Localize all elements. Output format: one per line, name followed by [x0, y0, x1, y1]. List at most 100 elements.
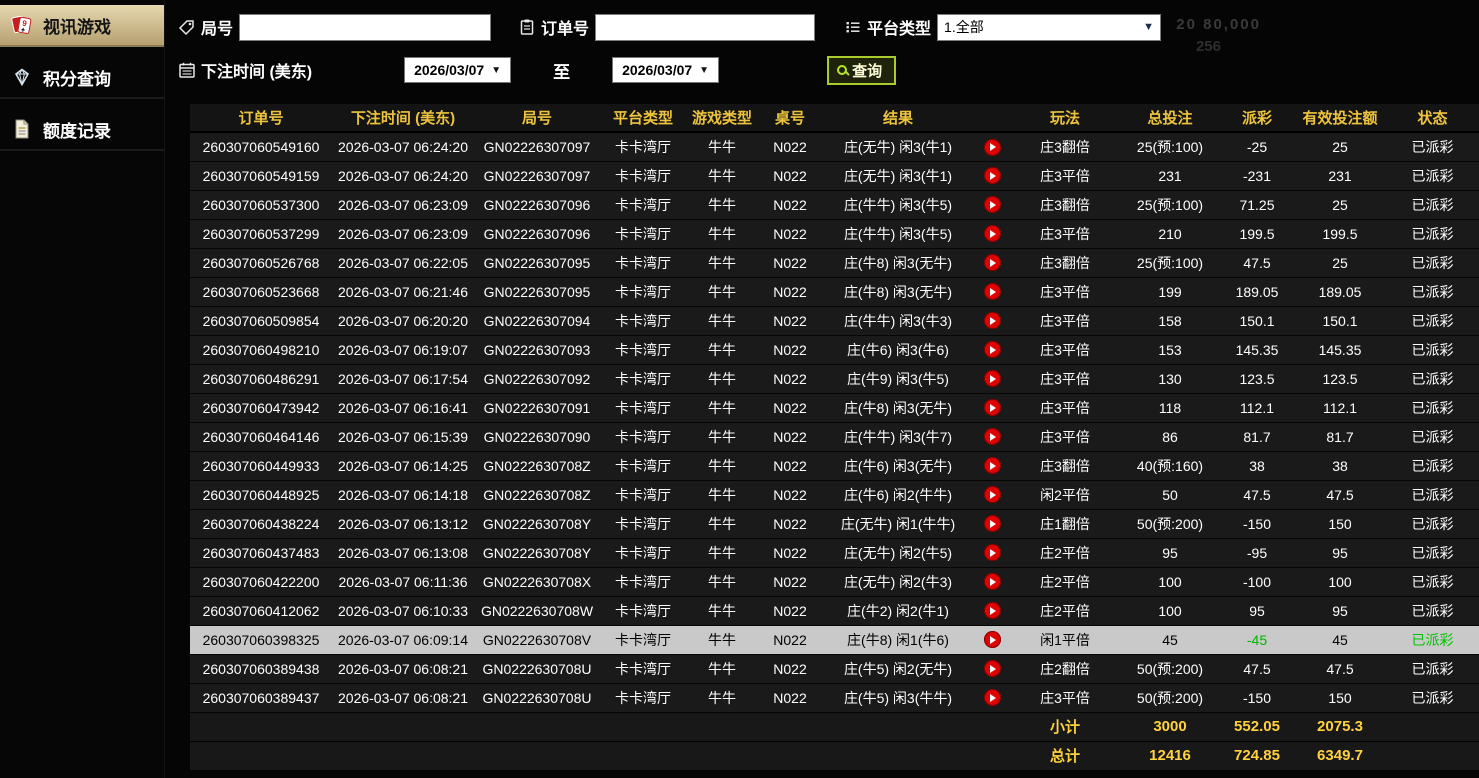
cell-order-number: 260307060389438: [190, 654, 332, 683]
play-triangle-icon: [990, 491, 996, 499]
replay-play-button[interactable]: [984, 486, 1001, 503]
cell-valid-bet: 25: [1294, 132, 1386, 161]
replay-play-button[interactable]: [984, 312, 1001, 329]
cell-order-number: 260307060523668: [190, 277, 332, 306]
date-to-picker[interactable]: 2026/03/07 ▼: [612, 57, 719, 83]
cell-platform-type: 卡卡湾厅: [600, 393, 686, 422]
replay-play-button[interactable]: [984, 341, 1001, 358]
cell-table-number: N022: [758, 393, 822, 422]
sidebar-item-video-games[interactable]: 9♠ 视讯游戏: [0, 5, 164, 47]
cell-platform-type: 卡卡湾厅: [600, 190, 686, 219]
table-row[interactable]: 260307060389438 2026-03-07 06:08:21 GN02…: [190, 654, 1479, 683]
cell-payout: -95: [1220, 538, 1294, 567]
cell-replay: [974, 393, 1010, 422]
platform-type-select[interactable]: 1.全部 ▼: [937, 14, 1161, 41]
table-row[interactable]: 260307060537299 2026-03-07 06:23:09 GN02…: [190, 219, 1479, 248]
cell-bet-time: 2026-03-07 06:11:36: [332, 567, 474, 596]
query-button-label: 查询: [852, 60, 882, 81]
col-header-round: 局号: [474, 104, 600, 132]
table-row[interactable]: 260307060412062 2026-03-07 06:10:33 GN02…: [190, 596, 1479, 625]
round-number-input[interactable]: [239, 14, 491, 41]
cell-game-type: 牛牛: [686, 567, 758, 596]
cell-replay: [974, 654, 1010, 683]
replay-play-button[interactable]: [984, 689, 1001, 706]
replay-play-button[interactable]: [984, 370, 1001, 387]
cell-round-number: GN02226307097: [474, 132, 600, 161]
query-button[interactable]: 查询: [827, 56, 896, 85]
cell-replay: [974, 538, 1010, 567]
table-row[interactable]: 260307060549159 2026-03-07 06:24:20 GN02…: [190, 161, 1479, 190]
replay-play-button[interactable]: [984, 515, 1001, 532]
replay-play-button[interactable]: [984, 660, 1001, 677]
sidebar-item-points-query[interactable]: 积分查询: [0, 57, 164, 99]
cell-bet-time: 2026-03-07 06:13:08: [332, 538, 474, 567]
cell-round-number: GN0222630708Y: [474, 509, 600, 538]
table-row[interactable]: 260307060448925 2026-03-07 06:14:18 GN02…: [190, 480, 1479, 509]
cell-table-number: N022: [758, 132, 822, 161]
bet-records-table: 订单号 下注时间 (美东) 局号 平台类型 游戏类型 桌号 结果 玩法 总投注 …: [190, 104, 1479, 771]
cell-game-type: 牛牛: [686, 480, 758, 509]
table-row[interactable]: 260307060486291 2026-03-07 06:17:54 GN02…: [190, 364, 1479, 393]
cell-platform-type: 卡卡湾厅: [600, 480, 686, 509]
replay-play-button[interactable]: [984, 399, 1001, 416]
replay-play-button[interactable]: [984, 225, 1001, 242]
table-row[interactable]: 260307060398325 2026-03-07 06:09:14 GN02…: [190, 625, 1479, 654]
replay-play-button[interactable]: [984, 428, 1001, 445]
table-row[interactable]: 260307060509854 2026-03-07 06:20:20 GN02…: [190, 306, 1479, 335]
table-row[interactable]: 260307060526768 2026-03-07 06:22:05 GN02…: [190, 248, 1479, 277]
table-row[interactable]: 260307060523668 2026-03-07 06:21:46 GN02…: [190, 277, 1479, 306]
cell-order-number: 260307060389437: [190, 683, 332, 712]
cell-platform-type: 卡卡湾厅: [600, 364, 686, 393]
cell-total-bet: 158: [1120, 306, 1220, 335]
table-row[interactable]: 260307060464146 2026-03-07 06:15:39 GN02…: [190, 422, 1479, 451]
table-row[interactable]: 260307060438224 2026-03-07 06:13:12 GN02…: [190, 509, 1479, 538]
table-row[interactable]: 260307060449933 2026-03-07 06:14:25 GN02…: [190, 451, 1479, 480]
play-triangle-icon: [990, 404, 996, 412]
cell-result: 庄(无牛) 闲1(牛牛): [822, 509, 974, 538]
replay-play-button[interactable]: [984, 254, 1001, 271]
list-icon: [843, 18, 862, 37]
cell-result: 庄(牛牛) 闲3(牛5): [822, 190, 974, 219]
cell-payout: 112.1: [1220, 393, 1294, 422]
replay-play-button[interactable]: [984, 602, 1001, 619]
order-number-input[interactable]: [595, 14, 815, 41]
cell-total-bet: 100: [1120, 596, 1220, 625]
replay-play-button[interactable]: [984, 196, 1001, 213]
table-row[interactable]: 260307060473942 2026-03-07 06:16:41 GN02…: [190, 393, 1479, 422]
table-row[interactable]: 260307060549160 2026-03-07 06:24:20 GN02…: [190, 132, 1479, 161]
cell-round-number: GN0222630708W: [474, 596, 600, 625]
cell-status: 已派彩: [1386, 422, 1479, 451]
replay-play-button[interactable]: [984, 631, 1001, 648]
cell-order-number: 260307060537300: [190, 190, 332, 219]
replay-play-button[interactable]: [984, 139, 1001, 156]
cell-game-type: 牛牛: [686, 451, 758, 480]
replay-play-button[interactable]: [984, 283, 1001, 300]
sidebar-item-credit-records[interactable]: 额度记录: [0, 109, 164, 151]
cell-platform-type: 卡卡湾厅: [600, 335, 686, 364]
cell-result: 庄(牛8) 闲1(牛6): [822, 625, 974, 654]
table-row[interactable]: 260307060422200 2026-03-07 06:11:36 GN02…: [190, 567, 1479, 596]
table-row[interactable]: 260307060389437 2026-03-07 06:08:21 GN02…: [190, 683, 1479, 712]
subtotal-spacer: [190, 712, 1010, 741]
replay-play-button[interactable]: [984, 167, 1001, 184]
cell-round-number: GN0222630708Y: [474, 538, 600, 567]
table-header-row: 订单号 下注时间 (美东) 局号 平台类型 游戏类型 桌号 结果 玩法 总投注 …: [190, 104, 1479, 132]
cell-round-number: GN02226307093: [474, 335, 600, 364]
table-row[interactable]: 260307060437483 2026-03-07 06:13:08 GN02…: [190, 538, 1479, 567]
table-row[interactable]: 260307060498210 2026-03-07 06:19:07 GN02…: [190, 335, 1479, 364]
cell-result: 庄(牛6) 闲3(无牛): [822, 451, 974, 480]
date-from-picker[interactable]: 2026/03/07 ▼: [404, 57, 511, 83]
table-row[interactable]: 260307060537300 2026-03-07 06:23:09 GN02…: [190, 190, 1479, 219]
cell-payout: 71.25: [1220, 190, 1294, 219]
cell-platform-type: 卡卡湾厅: [600, 683, 686, 712]
replay-play-button[interactable]: [984, 544, 1001, 561]
subtotal-total-bet: 3000: [1120, 712, 1220, 741]
cell-game-type: 牛牛: [686, 364, 758, 393]
col-header-order: 订单号: [190, 104, 332, 132]
play-triangle-icon: [990, 549, 996, 557]
play-triangle-icon: [990, 230, 996, 238]
cell-result: 庄(牛5) 闲2(无牛): [822, 654, 974, 683]
replay-play-button[interactable]: [984, 573, 1001, 590]
replay-play-button[interactable]: [984, 457, 1001, 474]
cell-total-bet: 25(预:100): [1120, 190, 1220, 219]
